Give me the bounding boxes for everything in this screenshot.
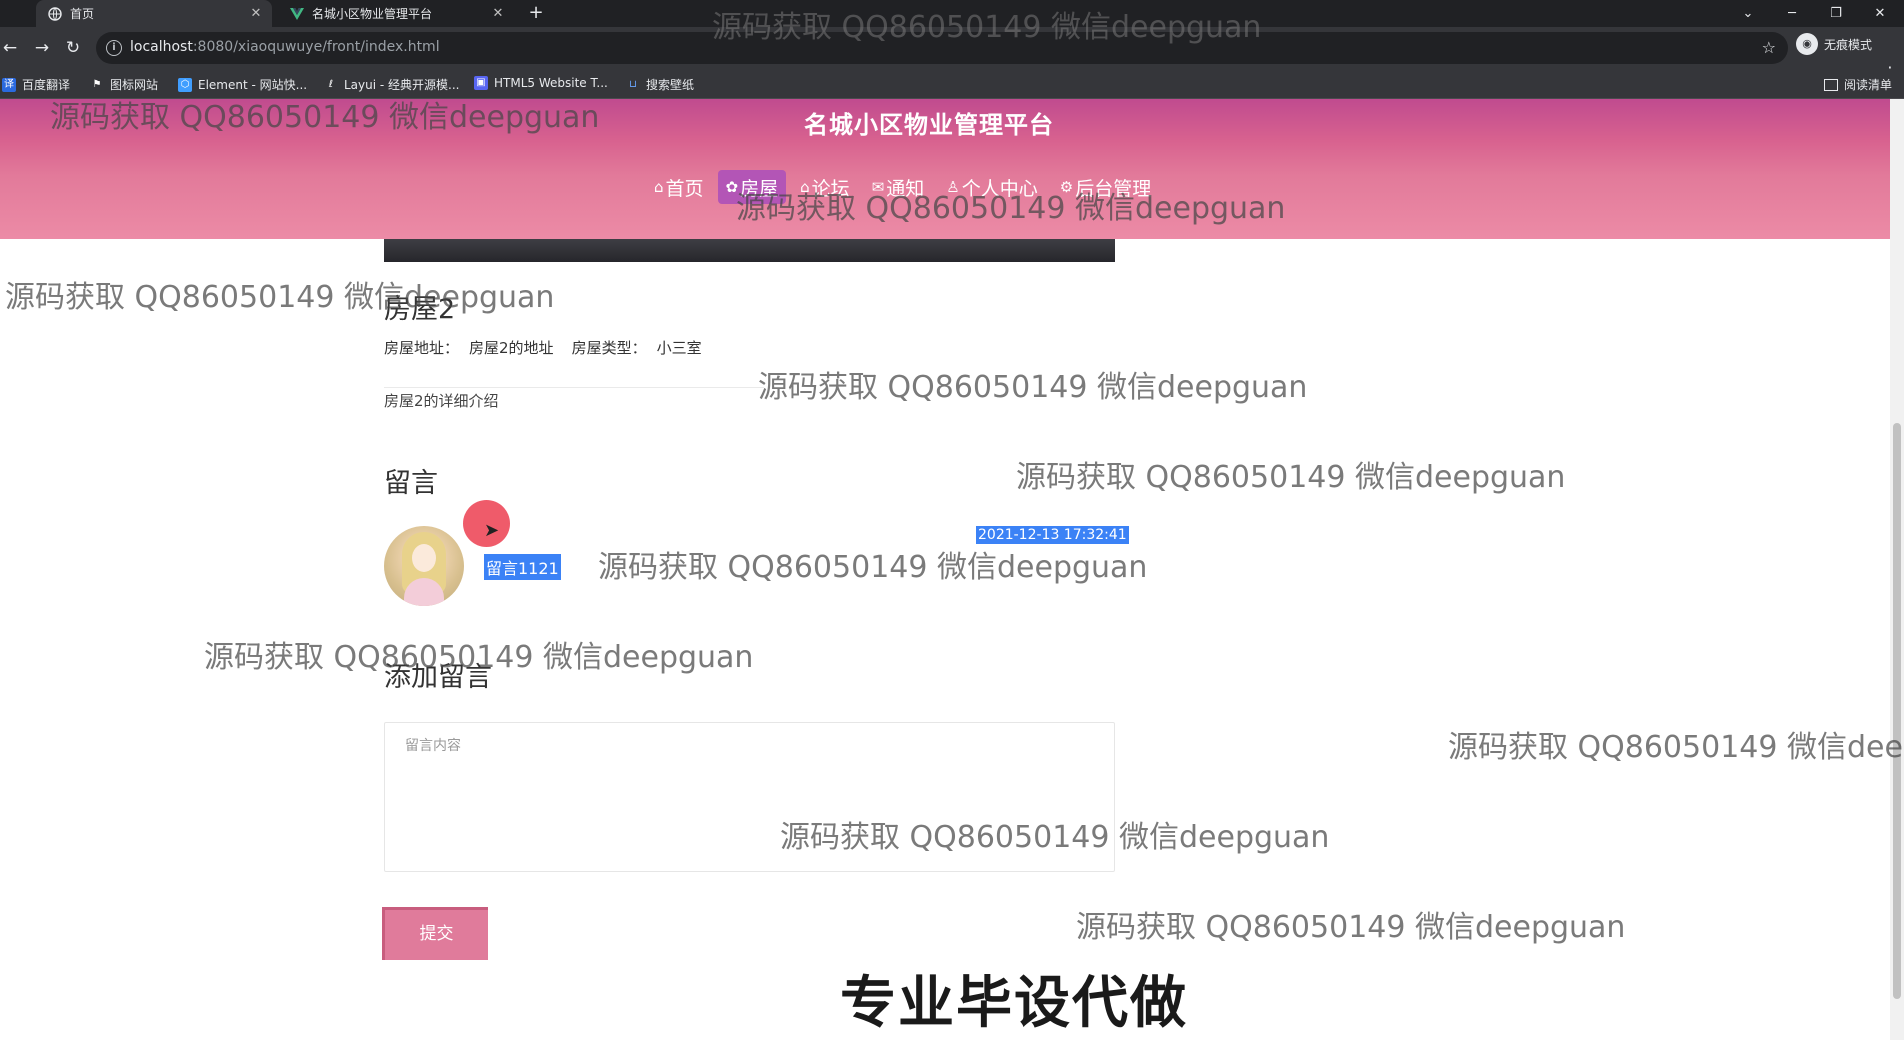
incognito-icon: ◉ (1796, 33, 1818, 55)
back-icon[interactable]: ← (0, 38, 20, 58)
tab-search-icon[interactable]: ⌄ (1726, 0, 1770, 27)
bookmark-star-icon[interactable]: ☆ (1762, 38, 1776, 57)
close-icon[interactable]: ✕ (490, 6, 506, 22)
vue-logo-icon (290, 7, 304, 21)
watermark: 源码获取 QQ86050149 微信deepguan (204, 640, 754, 675)
scrollbar-thumb[interactable] (1893, 423, 1901, 999)
url-text: localhost:8080/xiaoquwuye/front/index.ht… (130, 39, 440, 55)
layui-logo-icon: ℓ (328, 78, 334, 90)
video-caption: 专业毕设代做 (840, 971, 1188, 1036)
house-image (384, 239, 1115, 262)
address-label: 房屋地址： (384, 339, 460, 357)
bookmark-layui[interactable]: ℓ Layui - 经典开源模... (324, 76, 460, 93)
bookmark-html5-website[interactable]: ▣ HTML5 Website T... (474, 76, 608, 90)
info-icon[interactable]: i (106, 40, 122, 56)
close-icon[interactable]: ✕ (248, 6, 264, 22)
address-value: 房屋2的地址 (469, 339, 554, 357)
browser-tab-home[interactable]: 首页 ✕ (36, 0, 272, 27)
close-window-icon[interactable]: ✕ (1858, 0, 1902, 27)
mouse-cursor-icon: ➤ (484, 520, 500, 541)
bookmark-baidu-translate[interactable]: 译百度翻译 (2, 76, 70, 93)
html5-logo-icon: ▣ (474, 76, 488, 90)
reload-icon[interactable]: ↻ (63, 38, 83, 58)
divider (384, 387, 764, 388)
watermark: 源码获取 QQ86050149 微信deepguan (50, 100, 600, 135)
watermark: 源码获取 QQ86050149 微信deepguan (1076, 910, 1626, 945)
bookmark-wallpaper[interactable]: ⊔ 搜索壁纸 (626, 76, 694, 93)
watermark: 源码获取 QQ86050149 微信deepguan (780, 820, 1330, 855)
comments-heading: 留言 (384, 468, 438, 499)
comment-text: 留言1121 (484, 554, 561, 580)
reading-list-icon (1824, 78, 1838, 91)
house-description: 房屋2的详细介绍 (384, 392, 499, 410)
incognito-indicator[interactable]: ◉ 无痕模式 (1796, 33, 1872, 55)
browser-tab-platform[interactable]: 名城小区物业管理平台 ✕ (278, 0, 514, 27)
house-meta: 房屋地址： 房屋2的地址 房屋类型： 小三室 (384, 337, 712, 358)
flag-icon: ⚑ (92, 78, 102, 90)
translate-icon: 译 (2, 77, 16, 92)
minimize-icon[interactable]: ─ (1770, 0, 1814, 27)
watermark: 源码获取 QQ86050149 微信deepguan (5, 280, 555, 315)
watermark: 源码获取 QQ86050149 微信deepguan (736, 191, 1286, 226)
element-logo-icon: ⬡ (178, 77, 192, 92)
incognito-label: 无痕模式 (1824, 37, 1873, 52)
tab-title: 首页 (70, 7, 95, 21)
forward-icon[interactable]: → (32, 38, 52, 58)
nav-item-home[interactable]: ⌂ 首页 (646, 170, 712, 204)
type-label: 房屋类型： (571, 339, 647, 357)
bookmark-element[interactable]: ⬡ Element - 网站快... (178, 76, 307, 93)
reading-list-button[interactable]: 阅读清单 (1824, 76, 1892, 93)
tab-title: 名城小区物业管理平台 (312, 7, 433, 21)
restore-icon[interactable]: ❐ (1814, 0, 1858, 27)
wallpaper-logo-icon: ⊔ (629, 78, 637, 90)
bookmark-icon-site[interactable]: ⚑ 图标网站 (90, 76, 159, 93)
watermark: 源码获取 QQ86050149 微信deepguan (1016, 460, 1566, 495)
new-tab-icon[interactable]: + (526, 3, 546, 23)
avatar (384, 526, 464, 606)
watermark: 源码获取 QQ86050149 微信deepguan (1448, 730, 1904, 765)
type-value: 小三室 (656, 339, 702, 357)
home-icon: ⌂ (654, 178, 664, 196)
scrollbar[interactable] (1890, 99, 1904, 1040)
globe-icon (48, 6, 62, 21)
watermark: 源码获取 QQ86050149 微信deepguan (712, 10, 1262, 45)
watermark: 源码获取 QQ86050149 微信deepguan (598, 550, 1148, 585)
submit-button[interactable]: 提交 (382, 907, 488, 960)
watermark: 源码获取 QQ86050149 微信deepguan (758, 370, 1308, 405)
